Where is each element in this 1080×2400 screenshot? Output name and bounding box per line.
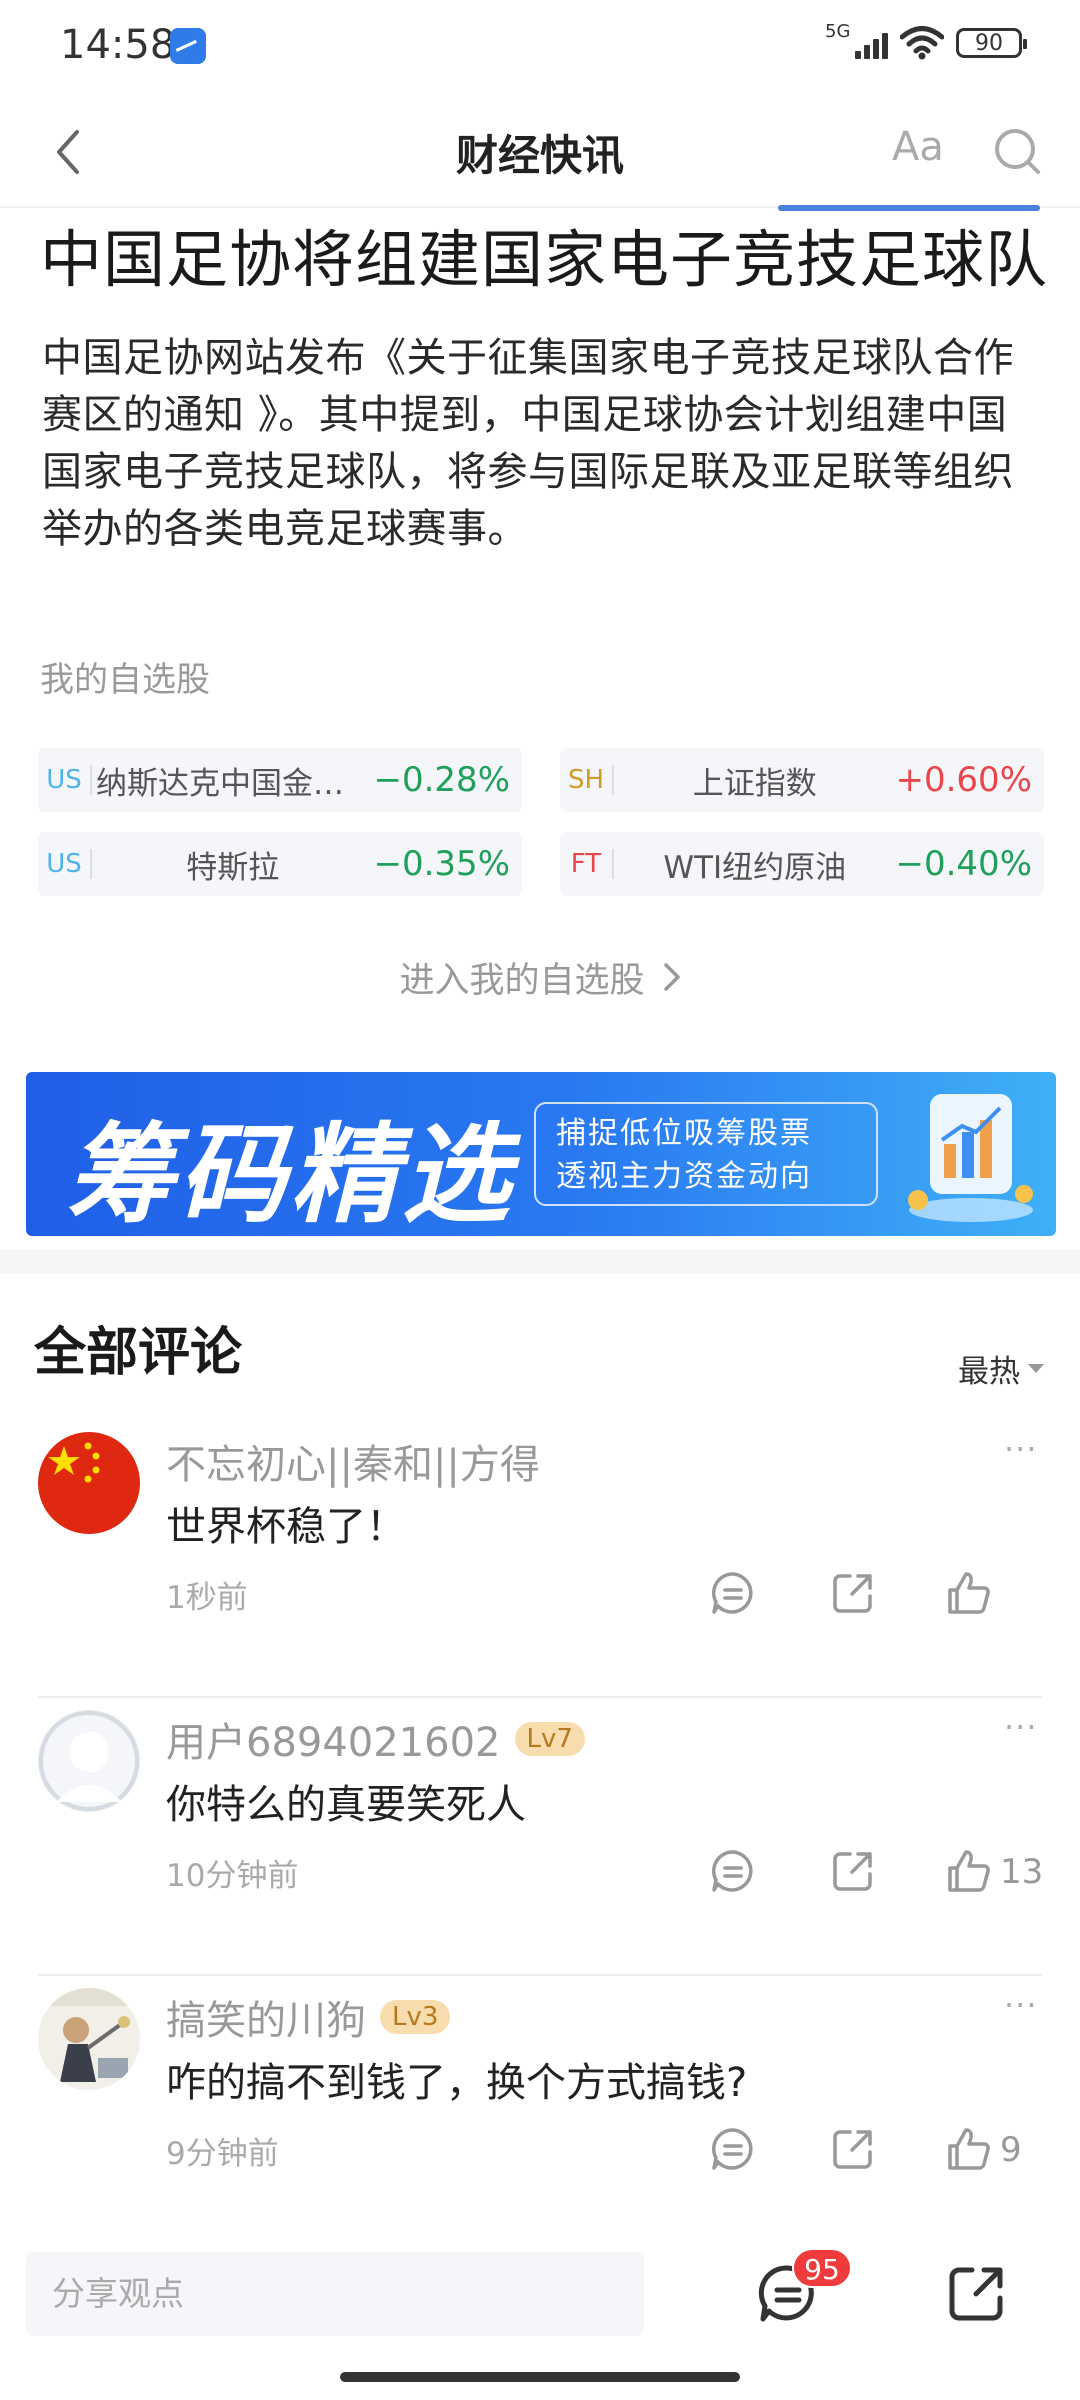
section-separator (0, 1250, 1080, 1274)
comment-text: 你特么的真要笑死人 (166, 1782, 526, 1828)
market-tag: US (38, 765, 92, 795)
share-icon[interactable] (828, 2124, 878, 2174)
banner-title: 筹码精选 (66, 1113, 515, 1236)
like-icon[interactable] (944, 1568, 994, 1618)
avatar[interactable] (38, 1988, 140, 2090)
stock-name: 纳斯达克中国金龙… (96, 765, 374, 802)
comment-username[interactable]: 搞笑的川狗 Lv3 (166, 1988, 451, 2046)
top-nav-bar: 财经快讯 Aa (0, 96, 1080, 208)
stock-name: 特斯拉 (186, 849, 280, 886)
stock-item[interactable]: US 特斯拉 −0.35% (38, 832, 522, 896)
font-size-button[interactable]: Aa (892, 124, 944, 170)
status-bar: 14:58 5G 90 (0, 0, 1080, 96)
status-time: 14:58 (60, 22, 176, 68)
article-headline: 中国足协将组建国家电子竞技足球队 (40, 223, 1049, 296)
reply-icon[interactable] (708, 1846, 758, 1896)
comments-title: 全部评论 (34, 1323, 243, 1383)
search-button[interactable] (990, 124, 1046, 180)
stock-name: WTI纽约原油 (663, 849, 847, 886)
comment-item: 搞笑的川狗 Lv3 ··· 咋的搞不到钱了，换个方式搞钱? 9分钟前 9 (0, 1976, 1080, 2254)
more-options-button[interactable]: ··· (1004, 1986, 1038, 2024)
comment-time: 9分钟前 (166, 2136, 279, 2172)
article-body: 中国足协网站发布《关于征集国家电子竞技足球队合作赛区的通知 》。其中提到，中国足… (42, 335, 1014, 552)
search-icon (995, 129, 1040, 174)
scroll-indicator (778, 205, 1040, 211)
comment-count-badge: 95 (792, 2248, 852, 2288)
username-text: 搞笑的川狗 (166, 1998, 366, 2044)
market-tag: SH (560, 765, 614, 795)
comment-text: 咋的搞不到钱了，换个方式搞钱? (166, 2060, 748, 2106)
sort-label: 最热 (958, 1354, 1020, 1390)
username-text: 不忘初心||秦和||方得 (166, 1442, 540, 1488)
stock-change: −0.35% (373, 844, 511, 884)
share-icon[interactable] (828, 1846, 878, 1896)
promo-banner[interactable]: 筹码精选 捕捉低位吸筹股票 透视主力资金动向 (26, 1072, 1056, 1236)
level-badge: Lv7 (514, 1722, 585, 1756)
home-indicator[interactable] (340, 2372, 740, 2382)
watchlist-title: 我的自选股 (40, 660, 210, 700)
stock-name: 上证指数 (692, 765, 817, 802)
like-count: 9 (1000, 2130, 1022, 2170)
stock-change: −0.28% (373, 760, 511, 800)
avatar[interactable] (38, 1432, 140, 1534)
stock-item[interactable]: FT WTI纽约原油 −0.40% (560, 832, 1044, 896)
share-icon[interactable] (944, 2262, 1008, 2326)
stock-change: −0.40% (895, 844, 1033, 884)
caret-down-icon (1028, 1364, 1044, 1373)
cellular-signal-icon: 5G (825, 21, 888, 59)
reply-icon[interactable] (708, 2124, 758, 2174)
comment-time: 1秒前 (166, 1580, 248, 1616)
wifi-icon (900, 26, 944, 60)
comment-item: 用户6894021602 Lv7 ··· 你特么的真要笑死人 10分钟前 13 (0, 1698, 1080, 1976)
app-notification-icon (170, 28, 206, 64)
banner-slogan: 捕捉低位吸筹股票 透视主力资金动向 (534, 1102, 878, 1206)
status-icons: 5G 90 (825, 21, 1027, 60)
avatar[interactable] (38, 1710, 140, 1812)
battery-icon: 90 (956, 28, 1027, 58)
stock-item[interactable]: SH 上证指数 +0.60% (560, 748, 1044, 812)
comment-item: 不忘初心||秦和||方得 ··· 世界杯稳了！ 1秒前 (0, 1420, 1080, 1698)
network-type: 5G (825, 21, 851, 42)
comment-text: 世界杯稳了！ (166, 1504, 406, 1550)
comment-username[interactable]: 用户6894021602 Lv7 (166, 1710, 585, 1768)
market-tag: FT (560, 849, 614, 879)
level-badge: Lv3 (380, 2000, 451, 2034)
banner-line-2: 透视主力资金动向 (556, 1159, 812, 1194)
sort-dropdown[interactable]: 最热 (958, 1346, 1044, 1391)
chart-illustration-icon (908, 1094, 1033, 1222)
share-icon[interactable] (828, 1568, 878, 1618)
market-tag: US (38, 849, 92, 879)
more-options-button[interactable]: ··· (1004, 1430, 1038, 1468)
comment-username[interactable]: 不忘初心||秦和||方得 (166, 1432, 540, 1490)
enter-watchlist-link[interactable]: 进入我的自选股 (0, 952, 1080, 1003)
more-options-button[interactable]: ··· (1004, 1708, 1038, 1746)
enter-watchlist-label: 进入我的自选股 (399, 961, 645, 1001)
like-icon[interactable] (944, 2124, 994, 2174)
reply-icon[interactable] (708, 1568, 758, 1618)
comment-time: 10分钟前 (166, 1858, 299, 1894)
stock-change: +0.60% (895, 760, 1033, 800)
battery-level: 90 (975, 30, 1003, 56)
chevron-right-icon (663, 961, 681, 1001)
like-icon[interactable] (944, 1846, 994, 1896)
share-opinion-input[interactable]: 分享观点 (26, 2252, 644, 2336)
username-text: 用户6894021602 (166, 1720, 501, 1766)
banner-line-1: 捕捉低位吸筹股票 (556, 1116, 812, 1151)
stock-item[interactable]: US 纳斯达克中国金龙… −0.28% (38, 748, 522, 812)
like-count: 13 (1000, 1852, 1044, 1892)
